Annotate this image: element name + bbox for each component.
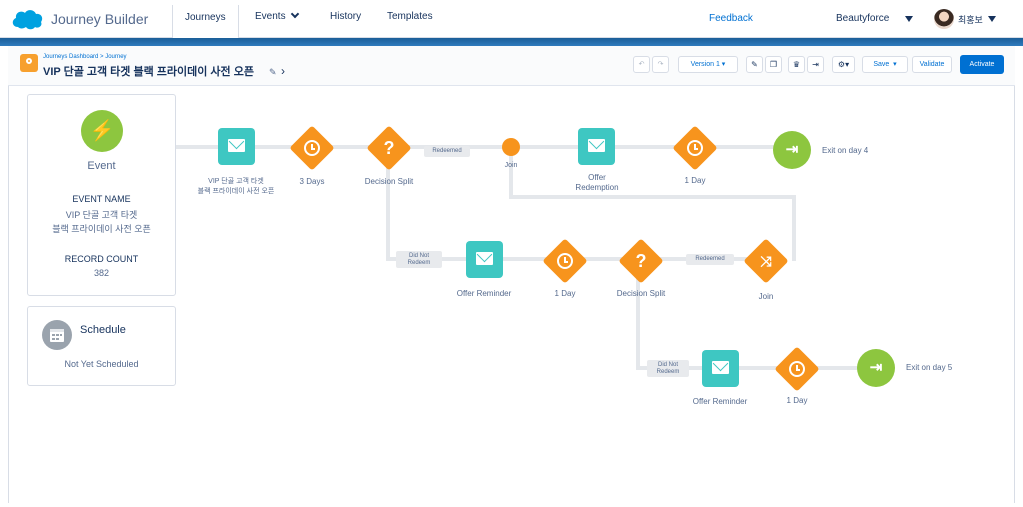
exit-1-label: Exit on day 4 [822,146,869,155]
did-not-2-line1: Did Not [657,362,678,368]
split-1-label: Decision Split [364,177,414,186]
save-button[interactable]: Save ▾ [862,56,908,73]
offer-label-line1: Offer [588,173,606,182]
edit-title-icon[interactable]: ✎ [269,67,277,78]
wait-2-label: 1 Day [684,176,706,185]
did-not-2-line2: Redeem [656,369,680,375]
question-mark-icon[interactable]: ? [366,125,412,171]
calendar-icon [42,320,72,350]
tab-events[interactable]: Events [255,9,299,22]
split-2-label: Decision Split [616,289,666,298]
record-count-heading: RECORD COUNT [64,254,139,264]
join-1-label: Join [504,162,518,169]
undo-button[interactable]: ↶ [633,56,650,73]
feedback-link[interactable]: Feedback [709,13,753,24]
reminder-1-label: Offer Reminder [456,289,512,298]
connector-line [509,150,513,198]
wait-4-label: 1 Day [786,396,808,405]
salesforce-cloud-icon[interactable] [10,7,44,31]
schedule-status: Not Yet Scheduled [64,359,139,369]
save-label: Save [873,61,890,68]
wait-1-label: 3 Days [299,177,325,186]
connector-line [792,195,796,261]
clock-icon[interactable] [774,346,820,392]
envelope-icon[interactable] [578,128,615,165]
exit-2-label: Exit on day 5 [906,363,953,372]
goal-icon[interactable]: ♛ [788,56,805,73]
org-switcher[interactable]: Beautyforce [836,13,889,24]
tab-history[interactable]: History [330,11,361,22]
exit-door-icon[interactable]: ⇥ [857,349,895,387]
version-label: Version 1 [690,61,720,68]
merge-icon[interactable]: ⤨ [743,238,789,284]
did-not-redeem-2-path[interactable]: Did Not Redeem [647,360,689,377]
exit-door-icon[interactable]: ⇥ [773,131,811,169]
clock-icon[interactable] [672,125,718,171]
tab-journeys[interactable]: Journeys [172,5,239,38]
join-1-dot[interactable] [502,138,520,156]
top-navigation: Journey Builder Journeys Events History … [0,0,1023,38]
app-title: Journey Builder [51,11,149,27]
page-title: VIP 단골 고객 타겟 블랙 프라이데이 사전 오픈 [43,66,254,78]
org-dropdown-icon[interactable] [905,16,913,22]
clock-icon[interactable] [542,238,588,284]
edit-icon[interactable]: ✎ [746,56,763,73]
chevron-right-icon[interactable]: › [281,64,285,78]
offer-label-line2: Redemption [575,183,619,192]
settings-gear-icon[interactable]: ⚙▾ [832,56,855,73]
breadcrumb[interactable]: Journeys Dashboard > Journey [43,54,127,60]
email-1-label-line1: VIP 단골 고객 타겟 [208,178,264,185]
did-not-1-line2: Redeem [407,260,431,266]
record-count-value: 382 [93,268,110,278]
avatar[interactable] [934,9,954,29]
validate-button[interactable]: Validate [912,56,952,73]
copy-icon[interactable]: ❐ [765,56,782,73]
chevron-down-icon [290,9,299,19]
email-1-label-line2: 블랙 프라이데이 사전 오픈 [197,188,275,195]
join-2-label: Join [758,292,774,301]
wait-3-label: 1 Day [554,289,576,298]
envelope-icon[interactable] [218,128,255,165]
tab-events-label: Events [255,11,286,22]
envelope-icon[interactable] [466,241,503,278]
reminder-2-label: Offer Reminder [692,397,748,406]
event-name-line1: VIP 단골 고객 타겟 [65,210,138,220]
clock-icon[interactable] [289,125,335,171]
lightning-bolt-icon: ⚡ [81,110,123,152]
user-menu-icon[interactable] [988,16,996,22]
connector-line [509,195,796,199]
user-name[interactable]: 최홍보 [958,13,983,26]
exit-criteria-icon[interactable]: ⇥ [807,56,824,73]
tab-templates[interactable]: Templates [387,11,433,22]
header-band [0,38,1023,46]
version-select[interactable]: Version 1 ▾ [678,56,738,73]
event-name-heading: EVENT NAME [72,194,131,204]
activate-button[interactable]: Activate [960,55,1004,74]
event-name-line2: 블랙 프라이데이 사전 오픈 [52,224,151,234]
redo-button[interactable]: ↷ [652,56,669,73]
schedule-label: Schedule [80,324,126,336]
event-label: Event [87,160,116,172]
did-not-redeem-1-path[interactable]: Did Not Redeem [396,251,442,268]
did-not-1-line1: Did Not [408,253,429,259]
envelope-icon[interactable] [702,350,739,387]
question-mark-icon[interactable]: ? [618,238,664,284]
journey-icon [20,54,38,72]
redeemed-1-path[interactable]: Redeemed [424,146,470,157]
redeemed-2-path[interactable]: Redeemed [686,254,734,265]
